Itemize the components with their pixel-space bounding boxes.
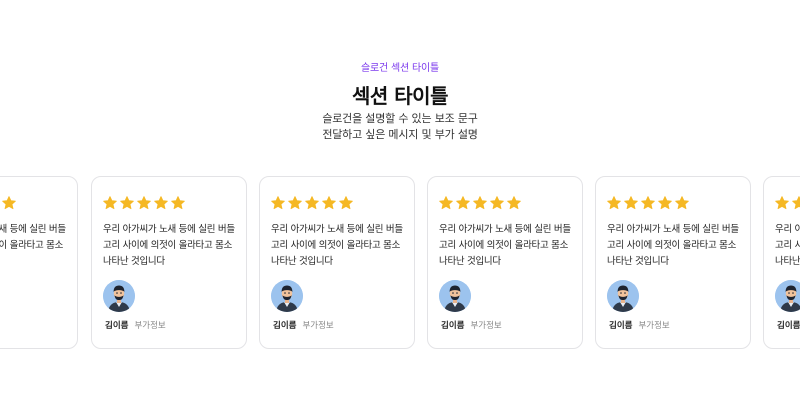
review-line: 고리 사이에 의젓이 올라타고 몸소	[607, 240, 737, 251]
reviewer-name: 김이름	[273, 321, 297, 331]
avatar-icon	[271, 280, 303, 312]
review-card[interactable]: 우리 아가씨가 노새 등에 실린 버들고리 사이에 의젓이 올라타고 몸소나타난…	[91, 176, 247, 349]
review-line: 고리 사이에 의젓이 올라타고 몸소	[775, 240, 800, 251]
avatar-icon	[775, 280, 800, 312]
reviewer-name: 김이름	[777, 321, 800, 331]
star-icon	[137, 196, 151, 210]
review-line: 고리 사이에 의젓이 올라타고 몸소	[271, 240, 401, 251]
review-card[interactable]: 우리 아가씨가 노새 등에 실린 버들고리 사이에 의젓이 올라타고 몸소나타난…	[0, 176, 78, 349]
section-title: 섹션 타이틀	[352, 84, 448, 108]
reviewer-extra-info: 부가정보	[302, 321, 334, 331]
review-line: 우리 아가씨가 노새 등에 실린 버들	[271, 224, 403, 235]
star-rating	[775, 196, 800, 212]
review-line: 나타난 것입니다	[271, 256, 333, 267]
review-line: 나타난 것입니다	[0, 254, 74, 270]
star-icon	[775, 196, 789, 210]
section-description: 슬로건을 설명할 수 있는 보조 문구 전달하고 싶은 메시지 및 부가 설명	[0, 111, 800, 143]
reviewer-info: 김이름 부가정보	[441, 319, 502, 331]
star-icon	[675, 196, 689, 210]
reviewer-info: 김이름부가정보	[777, 319, 800, 331]
star-rating	[439, 196, 521, 212]
description-line-2: 전달하고 싶은 메시지 및 부가 설명	[322, 128, 478, 141]
star-icon	[507, 196, 521, 210]
star-icon	[271, 196, 285, 210]
star-icon	[288, 196, 302, 210]
avatar-icon	[607, 280, 639, 312]
star-rating	[607, 196, 689, 212]
star-icon	[641, 196, 655, 210]
star-rating	[271, 196, 353, 212]
star-icon	[339, 196, 353, 210]
avatar-icon	[103, 280, 135, 312]
review-line: 나타난 것입니다	[775, 256, 800, 267]
review-line: 우리 아가씨가 노새 등에 실린 버들	[103, 224, 235, 235]
review-text: 우리 아가씨가 노새 등에 실린 버들고리 사이에 의젓이 올라타고 몸소나타난…	[271, 222, 411, 270]
review-line: 고리 사이에 의젓이 올라타고 몸소	[439, 240, 569, 251]
star-icon	[171, 196, 185, 210]
star-icon	[120, 196, 134, 210]
review-text: 우리 아가씨가 노새 등에 실린 버들고리 사이에 의젓이 올라타고 몸소나타난…	[103, 222, 243, 270]
description-line-1: 슬로건을 설명할 수 있는 보조 문구	[322, 112, 478, 125]
star-rating	[103, 196, 185, 212]
star-icon	[154, 196, 168, 210]
star-icon	[624, 196, 638, 210]
review-line: 우리 아가씨가 노새 등에 실린 버들	[439, 224, 571, 235]
avatar-icon	[439, 280, 471, 312]
review-line: 우리 아가씨가 노새 등에 실린 버들	[775, 224, 800, 235]
reviewer-name: 김이름	[609, 321, 633, 331]
review-text: 우리 아가씨가 노새 등에 실린 버들고리 사이에 의젓이 올라타고 몸소나타난…	[607, 222, 747, 270]
star-icon	[658, 196, 672, 210]
star-icon	[456, 196, 470, 210]
review-line: 우리 아가씨가 노새 등에 실린 버들	[0, 224, 66, 235]
reviewer-extra-info: 부가정보	[470, 321, 502, 331]
star-icon	[607, 196, 621, 210]
review-line: 우리 아가씨가 노새 등에 실린 버들	[607, 224, 739, 235]
star-icon	[2, 196, 16, 210]
star-icon	[103, 196, 117, 210]
reviewer-extra-info: 부가정보	[134, 321, 166, 331]
reviewer-extra-info: 부가정보	[638, 321, 670, 331]
review-text: 우리 아가씨가 노새 등에 실린 버들고리 사이에 의젓이 올라타고 몸소나타난…	[0, 222, 74, 270]
star-icon	[305, 196, 319, 210]
review-card[interactable]: 우리 아가씨가 노새 등에 실린 버들고리 사이에 의젓이 올라타고 몸소나타난…	[259, 176, 415, 349]
review-carousel[interactable]: 우리 아가씨가 노새 등에 실린 버들고리 사이에 의젓이 올라타고 몸소나타난…	[0, 176, 800, 349]
star-icon	[473, 196, 487, 210]
review-line: 나타난 것입니다	[103, 256, 165, 267]
star-icon	[322, 196, 336, 210]
star-icon	[792, 196, 800, 210]
review-card[interactable]: 우리 아가씨가 노새 등에 실린 버들고리 사이에 의젓이 올라타고 몸소나타난…	[595, 176, 751, 349]
reviewer-info: 김이름 부가정보	[273, 319, 334, 331]
star-icon	[490, 196, 504, 210]
section-slogan: 슬로건 섹션 타이틀	[361, 63, 439, 74]
review-line: 나타난 것입니다	[607, 256, 669, 267]
review-text: 우리 아가씨가 노새 등에 실린 버들고리 사이에 의젓이 올라타고 몸소나타난…	[439, 222, 579, 270]
reviewer-name: 김이름	[441, 321, 465, 331]
review-line: 고리 사이에 의젓이 올라타고 몸소	[0, 240, 64, 251]
reviewer-info: 김이름 부가정보	[105, 319, 166, 331]
review-line: 고리 사이에 의젓이 올라타고 몸소	[103, 240, 233, 251]
star-rating	[0, 196, 16, 212]
review-card[interactable]: 우리 아가씨가 노새 등에 실린 버들고리 사이에 의젓이 올라타고 몸소나타난…	[427, 176, 583, 349]
reviewer-info: 김이름 부가정보	[609, 319, 670, 331]
review-line: 나타난 것입니다	[439, 256, 501, 267]
reviewer-name: 김이름	[105, 321, 129, 331]
review-text: 우리 아가씨가 노새 등에 실린 버들고리 사이에 의젓이 올라타고 몸소나타난…	[775, 222, 800, 270]
review-card[interactable]: 우리 아가씨가 노새 등에 실린 버들고리 사이에 의젓이 올라타고 몸소나타난…	[763, 176, 800, 349]
star-icon	[439, 196, 453, 210]
